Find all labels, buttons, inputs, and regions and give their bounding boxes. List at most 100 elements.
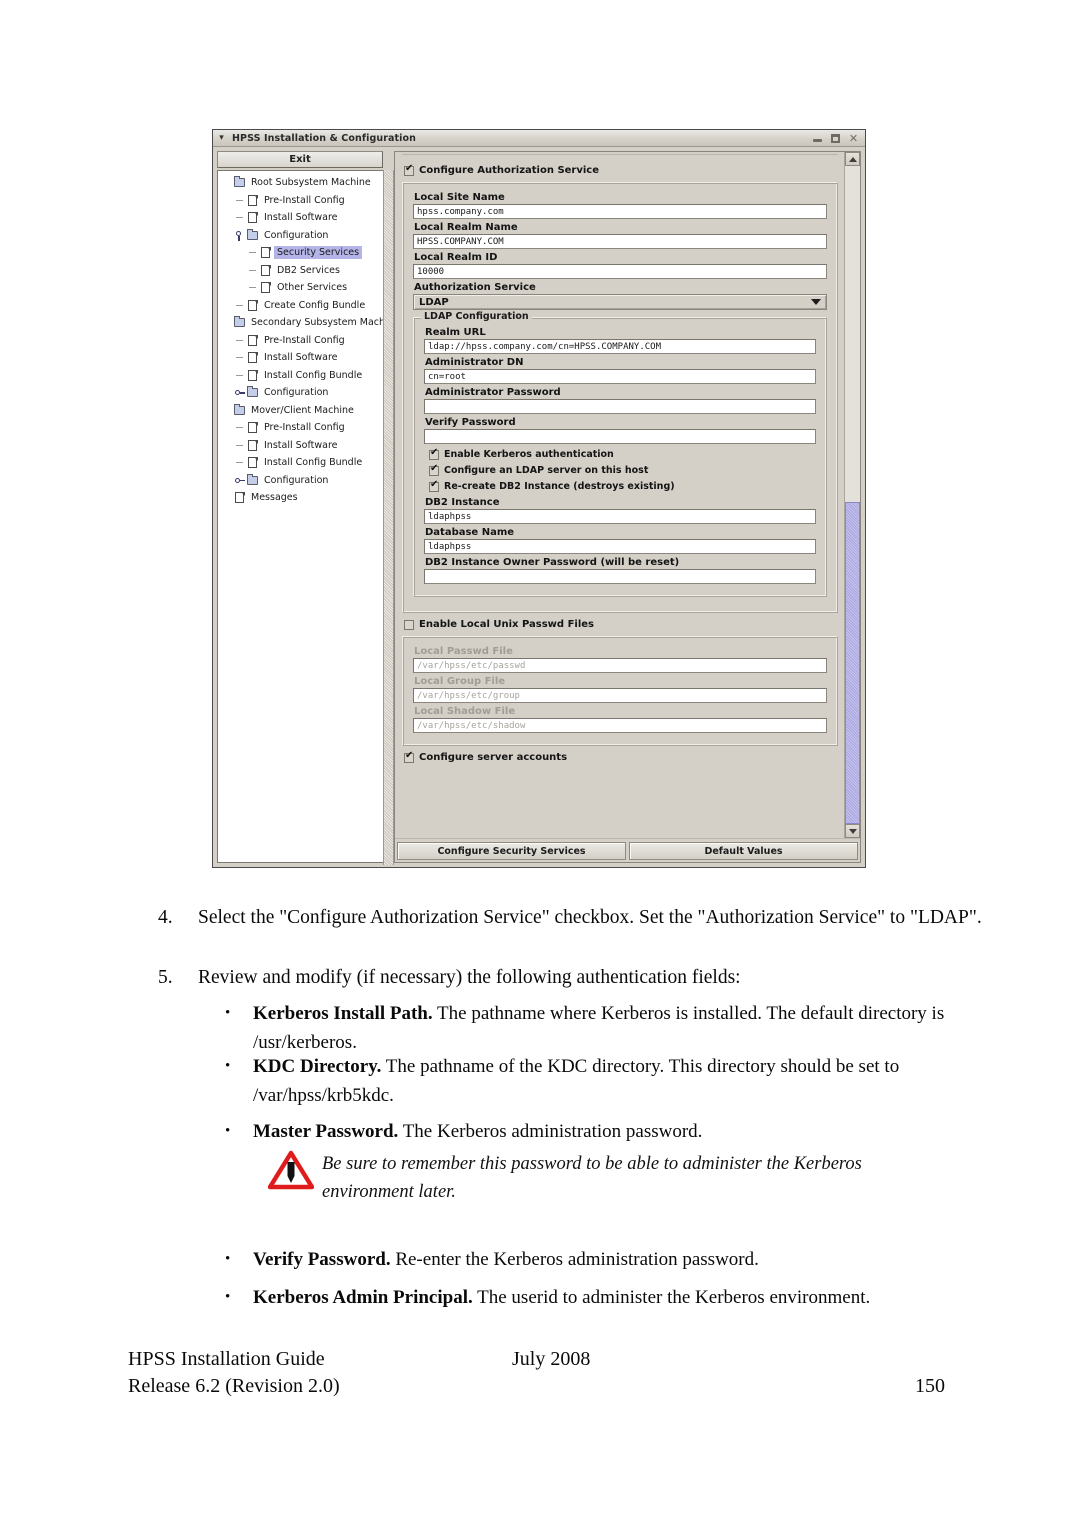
tree-item[interactable]: Install Software: [220, 349, 383, 367]
administrator-dn-input[interactable]: cn=root: [424, 369, 816, 384]
tree-item[interactable]: Messages: [220, 489, 383, 507]
db2-instance-input[interactable]: ldaphpss: [424, 509, 816, 524]
tree-expand-icon[interactable]: [233, 472, 246, 489]
tree-item-label: DB2 Services: [277, 264, 340, 276]
tree-expand-icon[interactable]: [233, 332, 246, 349]
tree-item-label: Install Software: [264, 212, 338, 224]
default-values-button[interactable]: Default Values: [629, 842, 858, 860]
step-5: 5. Review and modify (if necessary) the …: [158, 963, 988, 992]
tree-item[interactable]: Pre-Install Config: [220, 332, 383, 350]
tree-expand-icon[interactable]: [233, 454, 246, 471]
vertical-scrollbar[interactable]: [844, 152, 860, 838]
tree-expand-icon[interactable]: [233, 297, 246, 314]
tree-item-label: Other Services: [277, 282, 348, 294]
administrator-password-input[interactable]: [424, 399, 816, 414]
tree-item[interactable]: Pre-Install Config: [220, 192, 383, 210]
local-site-name-input[interactable]: hpss.company.com: [413, 204, 827, 219]
tree-item[interactable]: Secondary Subsystem Machine: [220, 314, 383, 332]
scrollbar-thumb[interactable]: [845, 501, 860, 824]
tree-expand-icon[interactable]: [233, 209, 246, 226]
scroll-up-icon[interactable]: [845, 152, 860, 166]
tree-expand-icon[interactable]: [246, 262, 259, 279]
local-group-file-input: /var/hpss/etc/group: [413, 688, 827, 703]
realm-url-input[interactable]: ldap://hpss.company.com/cn=HPSS.COMPANY.…: [424, 339, 816, 354]
recreate-db2-row[interactable]: Re-create DB2 Instance (destroys existin…: [429, 480, 816, 492]
navigation-tree[interactable]: Root Subsystem Machine Pre-Install Config…: [217, 170, 383, 863]
pane-splitter[interactable]: [383, 170, 394, 865]
tree-item-label: Install Software: [264, 352, 338, 364]
tree-expand-icon[interactable]: [233, 419, 246, 436]
tree-item[interactable]: Install Config Bundle: [220, 454, 383, 472]
tree-item[interactable]: Configuration: [220, 227, 383, 245]
tree-expand-icon[interactable]: [246, 244, 259, 261]
tree-item[interactable]: Pre-Install Config: [220, 419, 383, 437]
configure-authorization-service-row[interactable]: Configure Authorization Service: [404, 164, 838, 176]
configure-security-services-button[interactable]: Configure Security Services: [397, 842, 626, 860]
tree-item[interactable]: Root Subsystem Machine: [220, 174, 383, 192]
tree-item[interactable]: DB2 Services: [220, 262, 383, 280]
chevron-down-icon[interactable]: [811, 299, 821, 305]
tree-item[interactable]: Install Config Bundle: [220, 367, 383, 385]
configure-server-accounts-label: Configure server accounts: [419, 752, 568, 763]
warning-note-text: Be sure to remember this password to be …: [322, 1154, 862, 1202]
file-icon: [233, 491, 247, 504]
tree-expand-icon[interactable]: [246, 279, 259, 296]
folder-icon: [233, 176, 247, 189]
tree-item[interactable]: Configuration: [220, 384, 383, 402]
window-menu-icon[interactable]: ▾: [215, 132, 228, 145]
tree-expand-icon[interactable]: [233, 349, 246, 366]
local-realm-id-input[interactable]: 10000: [413, 264, 827, 279]
folder-icon: [246, 386, 260, 399]
file-icon: [246, 351, 260, 364]
local-realm-name-input[interactable]: HPSS.COMPANY.COM: [413, 234, 827, 249]
navigation-pane: Exit Root Subsystem Machine Pre-Install C…: [215, 149, 383, 865]
tree-expand-icon[interactable]: [233, 227, 246, 244]
tree-item[interactable]: Create Config Bundle: [220, 297, 383, 315]
bullet-4-term: Verify Password.: [253, 1249, 391, 1270]
authorization-group: Local Site Name hpss.company.com Local R…: [402, 182, 838, 613]
configure-server-accounts-row[interactable]: Configure server accounts: [404, 751, 838, 763]
bullet-1-term: Kerberos Install Path.: [253, 1003, 433, 1024]
verify-password-input[interactable]: [424, 429, 816, 444]
enable-local-unix-row[interactable]: Enable Local Unix Passwd Files: [404, 619, 838, 630]
configure-ldap-server-checkbox[interactable]: [429, 464, 439, 476]
tree-item[interactable]: Configuration: [220, 472, 383, 490]
administrator-dn-label: Administrator DN: [425, 357, 524, 368]
bullet-5-text: The userid to administer the Kerberos en…: [472, 1287, 871, 1308]
realm-url-label: Realm URL: [425, 327, 486, 338]
scroll-down-icon[interactable]: [845, 824, 860, 838]
close-icon[interactable]: ✕: [848, 133, 859, 144]
tree-item[interactable]: Security Services: [220, 244, 383, 262]
exit-button[interactable]: Exit: [217, 151, 383, 168]
tree-item[interactable]: Install Software: [220, 437, 383, 455]
bullet-kerberos-install-path: • Kerberos Install Path. The pathname wh…: [225, 999, 968, 1057]
tree-item[interactable]: Mover/Client Machine: [220, 402, 383, 420]
file-icon: [246, 299, 260, 312]
db2-owner-password-input[interactable]: [424, 569, 816, 584]
enable-local-unix-checkbox[interactable]: [404, 619, 414, 630]
configure-ldap-server-row[interactable]: Configure an LDAP server on this host: [429, 464, 816, 476]
configure-authorization-service-checkbox[interactable]: [404, 164, 414, 176]
database-name-input[interactable]: ldaphpss: [424, 539, 816, 554]
maximize-icon[interactable]: [830, 133, 841, 144]
enable-kerberos-row[interactable]: Enable Kerberos authentication: [429, 448, 816, 460]
configure-ldap-server-label: Configure an LDAP server on this host: [444, 465, 649, 476]
tree-item[interactable]: Install Software: [220, 209, 383, 227]
tree-expand-icon[interactable]: [233, 192, 246, 209]
enable-kerberos-checkbox[interactable]: [429, 448, 439, 460]
file-icon: [246, 211, 260, 224]
tree-item[interactable]: Other Services: [220, 279, 383, 297]
tree-expand-icon[interactable]: [233, 437, 246, 454]
tree-expand-icon[interactable]: [233, 367, 246, 384]
authorization-service-select[interactable]: LDAP: [413, 294, 827, 310]
scrollbar-track[interactable]: [845, 166, 860, 824]
local-passwd-file-label: Local Passwd File: [414, 646, 513, 657]
recreate-db2-checkbox[interactable]: [429, 480, 439, 492]
configure-server-accounts-checkbox[interactable]: [404, 751, 414, 763]
tree-expand-icon[interactable]: [233, 384, 246, 401]
db2-instance-label: DB2 Instance: [425, 497, 500, 508]
minimize-icon[interactable]: [812, 133, 823, 144]
tree-item-label: Mover/Client Machine: [251, 404, 354, 416]
